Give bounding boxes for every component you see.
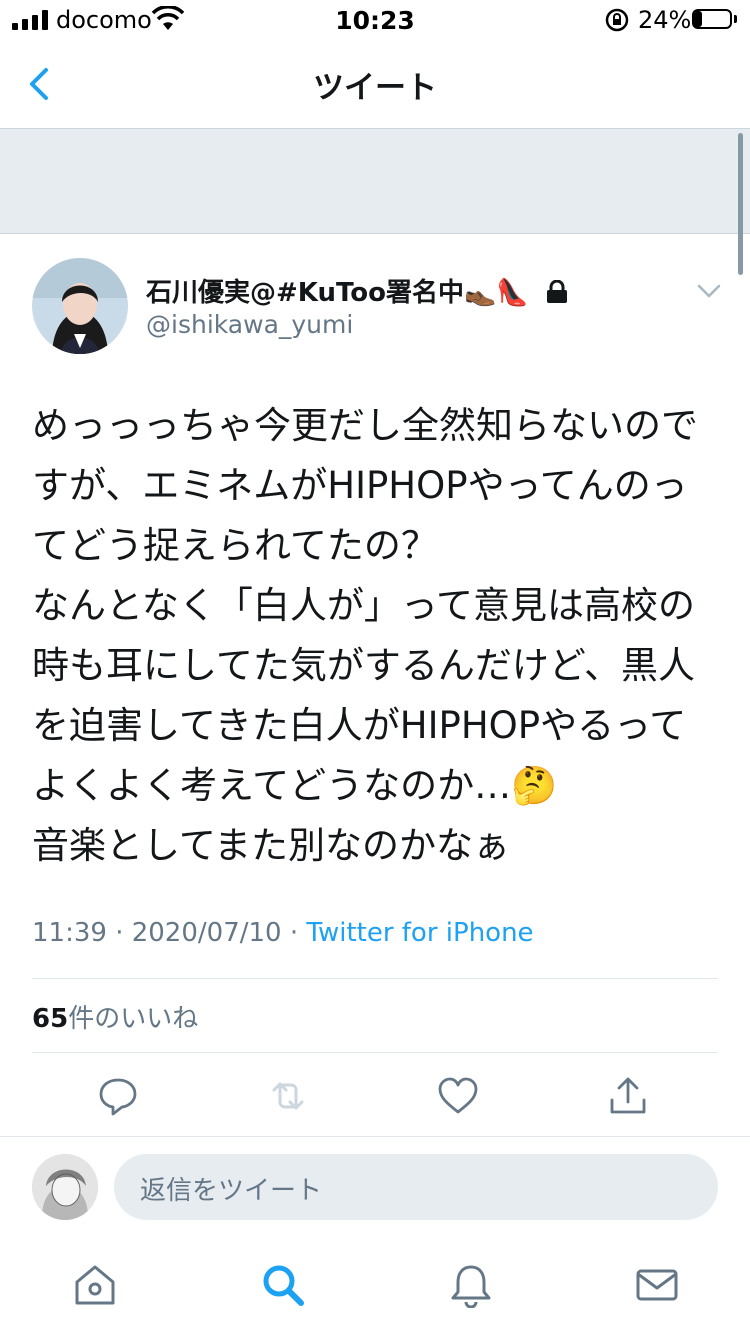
tweet-source-link[interactable]: Twitter for iPhone (306, 918, 533, 948)
reply-placeholder: 返信をツイート (140, 1176, 323, 1206)
author-avatar[interactable] (32, 258, 128, 354)
user-avatar[interactable] (32, 1154, 98, 1220)
divider (32, 1052, 718, 1053)
author-name-row[interactable]: 石川優実@#KuToo署名中👞👠 (146, 272, 568, 309)
share-icon[interactable] (606, 1074, 650, 1118)
rotation-lock-icon (605, 8, 629, 32)
likes-count-row[interactable]: 65件のいいね (32, 998, 198, 1035)
name-emojis: 👞👠 (464, 278, 529, 308)
likes-label: 件のいいね (68, 1004, 199, 1034)
reply-icon[interactable] (96, 1074, 140, 1118)
page-title: ツイート (313, 70, 437, 106)
like-icon[interactable] (436, 1074, 480, 1118)
battery-percent: 24% (638, 6, 692, 34)
home-icon[interactable] (72, 1262, 118, 1308)
scrollbar[interactable] (738, 133, 743, 275)
lock-icon (546, 279, 567, 303)
likes-count: 65 (32, 1004, 69, 1034)
messages-icon[interactable] (634, 1262, 680, 1308)
battery-level (694, 11, 702, 27)
author-handle[interactable]: @ishikawa_yumi (146, 310, 353, 339)
tweet-meta: 11:39 · 2020/07/10 · Twitter for iPhone (32, 918, 534, 948)
status-bar: docomo 10:23 24% (0, 0, 750, 42)
search-icon[interactable] (260, 1262, 306, 1308)
divider (32, 978, 718, 979)
gray-banner (0, 129, 750, 234)
author-name[interactable]: 石川優実@#KuToo署名中 (146, 278, 464, 308)
chevron-down-icon[interactable] (694, 276, 724, 306)
nav-bar: ツイート (0, 42, 750, 129)
battery-cap (734, 15, 737, 23)
tweet-text: めっっっちゃ今更だし全然知らないのですが、エミネムがHIPHOPやってんのってど… (32, 404, 698, 867)
notifications-icon[interactable] (448, 1262, 494, 1308)
retweet-icon (272, 1082, 304, 1110)
divider (0, 1136, 750, 1137)
tweet-time: 11:39 · 2020/07/10 · (32, 918, 307, 948)
